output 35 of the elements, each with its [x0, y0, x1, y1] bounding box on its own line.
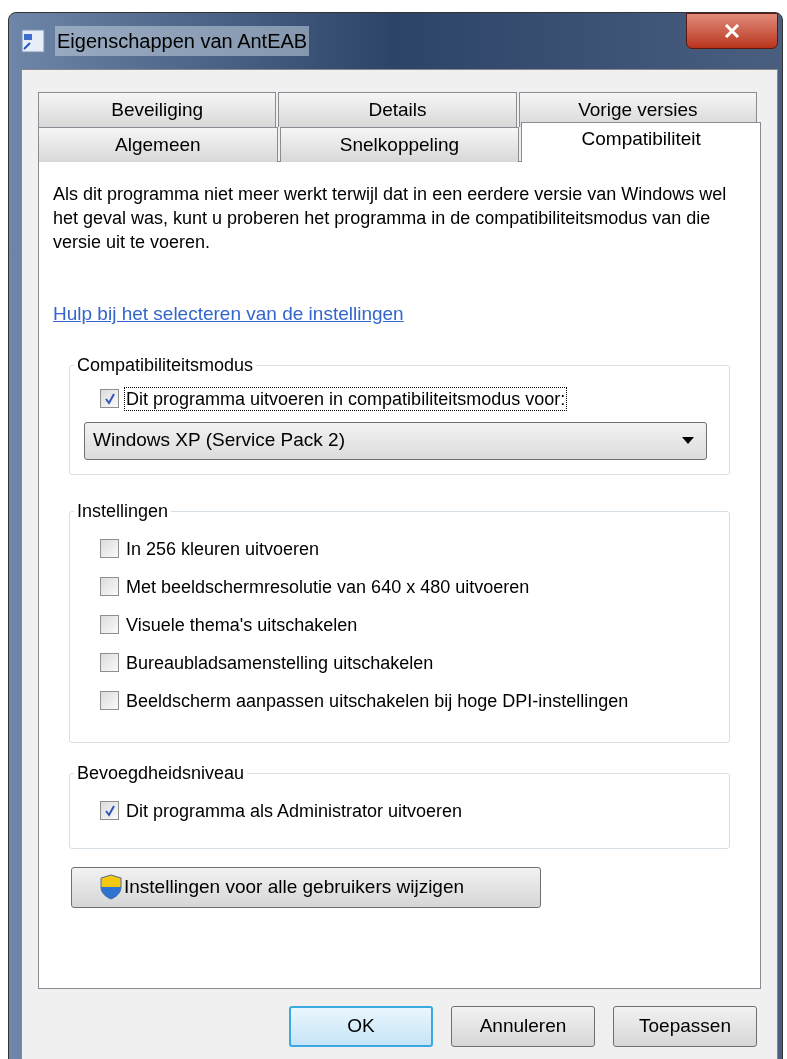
tab[interactable]: Details — [278, 92, 517, 127]
tab[interactable]: Snelkoppeling — [279, 127, 520, 162]
checkbox-label: Met beeldschermresolutie van 640 x 480 uitvoeren — [125, 575, 531, 598]
checkbox-label: Dit programma uitvoeren in compatibiliteitsmodus voor: — [125, 387, 567, 410]
checkbox-label: Bureaubladsamenstelling uitschakelen — [125, 651, 435, 674]
checkbox-label: Visuele thema's uitschakelen — [125, 613, 359, 636]
help-link[interactable]: Hulp bij het selecteren van de instellingen — [53, 300, 404, 329]
tab[interactable]: Compatibiliteit — [521, 122, 761, 162]
checkbox[interactable] — [100, 801, 119, 820]
version-dropdown[interactable]: Windows XP (Service Pack 2) — [84, 421, 707, 460]
checkbox[interactable] — [100, 539, 119, 558]
checkbox-label: Dit programma als Administrator uitvoeren — [125, 799, 464, 822]
dialog-button[interactable]: Toepassen — [613, 1006, 757, 1047]
window-title: Eigenschappen van AntEAB — [55, 26, 310, 56]
dropdown-arrow-icon — [682, 437, 694, 444]
tab[interactable]: Beveiliging — [38, 92, 277, 127]
checkbox[interactable] — [100, 653, 119, 672]
checkmark-icon — [103, 392, 116, 405]
dialog-button[interactable]: Annuleren — [451, 1006, 595, 1047]
dropdown-value: Windows XP (Service Pack 2) — [93, 428, 345, 453]
close-icon — [724, 24, 740, 38]
checkbox[interactable] — [100, 691, 119, 710]
tab[interactable]: Algemeen — [38, 127, 278, 162]
close-button[interactable] — [686, 13, 778, 49]
checkmark-icon — [103, 804, 116, 817]
checkbox[interactable] — [100, 389, 119, 408]
checkbox[interactable] — [100, 577, 119, 596]
description-text: Als dit programma niet meer werkt terwijl dat in een eerdere versie van Windows wel het geval was, kunt u proberen het programma in de compatibiliteitsmodus van die versie uit te voeren. — [53, 183, 728, 254]
shield-icon — [100, 874, 122, 900]
checkbox[interactable] — [100, 615, 119, 634]
app-icon — [21, 29, 45, 53]
change-settings-button[interactable]: Instellingen voor alle gebruikers wijzigen — [71, 866, 541, 908]
dialog-button[interactable]: OK — [289, 1006, 433, 1047]
checkbox-label: In 256 kleuren uitvoeren — [125, 537, 321, 560]
checkbox-label: Beeldscherm aanpassen uitschakelen bij hoge DPI-instellingen — [125, 689, 630, 712]
